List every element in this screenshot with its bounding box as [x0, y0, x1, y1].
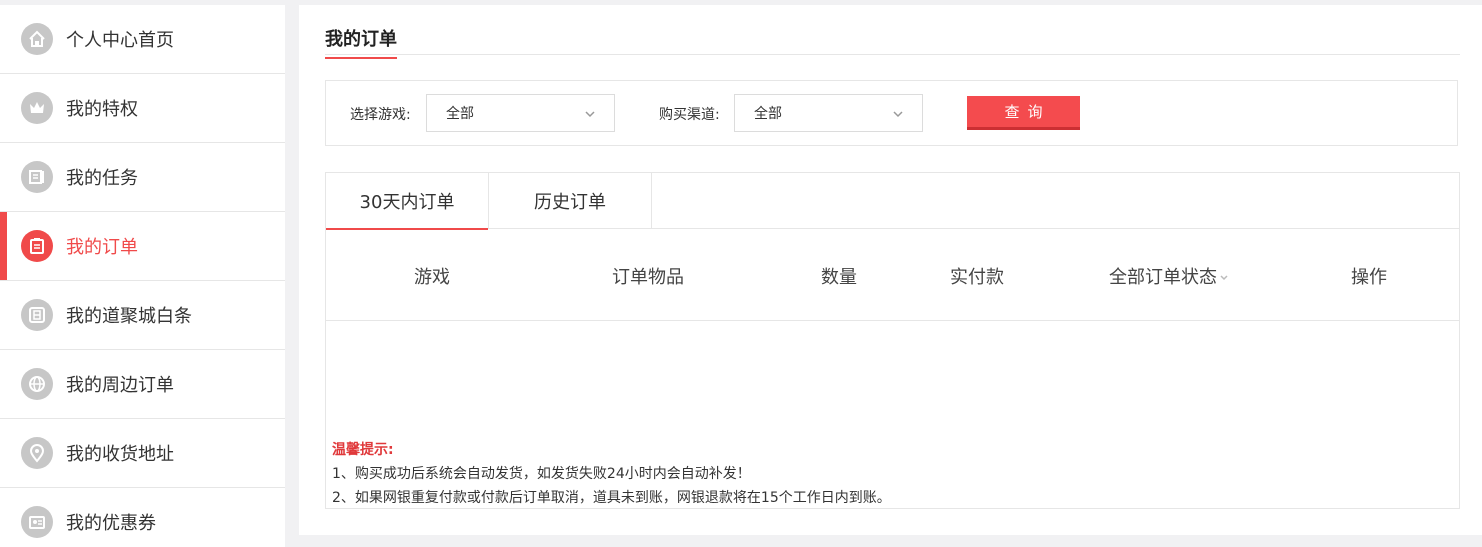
chevron-down-icon [1220, 275, 1228, 281]
order-clipboard-icon [21, 230, 53, 262]
channel-select[interactable]: 全部 [734, 94, 923, 132]
tip-line: 1、购买成功后系统会自动发货，如发货失败24小时内会自动补发！ [332, 466, 751, 482]
game-filter-label: 选择游戏: [350, 107, 411, 123]
tab-history[interactable]: 历史订单 [489, 173, 652, 229]
sidebar-item-coupons[interactable]: 我的优惠券 [0, 488, 285, 547]
title-divider [325, 54, 1460, 55]
column-status-filter[interactable]: 全部订单状态 [1109, 263, 1229, 289]
tip-line: 2、如果网银重复付款或付款后订单取消，道具未到账，网银退款将在15个工作日内到账… [332, 490, 891, 506]
chevron-down-icon [585, 111, 595, 118]
globe-icon [21, 368, 53, 400]
column-items: 订单物品 [612, 267, 684, 288]
sidebar-item-label: 我的任务 [66, 168, 138, 189]
channel-select-value: 全部 [754, 106, 782, 122]
credit-bai-icon [21, 299, 53, 331]
status-filter-label: 全部订单状态 [1109, 267, 1217, 288]
user-center-app: 个人中心首页 我的特权 我的任务 我的订单 我的道聚城白条 我的周边订单 我的收… [0, 0, 1482, 547]
game-select-value: 全部 [446, 106, 474, 122]
orders-table-header: 游戏 订单物品 数量 实付款 全部订单状态 操作 [326, 230, 1459, 321]
sidebar-nav: 个人中心首页 我的特权 我的任务 我的订单 我的道聚城白条 我的周边订单 我的收… [0, 5, 285, 547]
sidebar-item-label: 我的收货地址 [66, 444, 174, 465]
query-button[interactable]: 查询 [967, 96, 1080, 130]
column-quantity: 数量 [821, 267, 857, 288]
filter-bar: 选择游戏: 全部 购买渠道: 全部 查询 [325, 80, 1458, 146]
location-pin-icon [21, 437, 53, 469]
crown-icon [21, 92, 53, 124]
sidebar-item-label: 我的优惠券 [66, 513, 156, 534]
sidebar-item-credit[interactable]: 我的道聚城白条 [0, 281, 285, 350]
column-game: 游戏 [414, 267, 450, 288]
tips-section: 温馨提示: 1、购买成功后系统会自动发货，如发货失败24小时内会自动补发！ 2、… [332, 438, 891, 510]
coupon-icon [21, 506, 53, 538]
column-actions: 操作 [1351, 267, 1387, 288]
sidebar-item-tasks[interactable]: 我的任务 [0, 143, 285, 212]
sidebar-item-orders[interactable]: 我的订单 [0, 212, 285, 281]
sidebar-item-home[interactable]: 个人中心首页 [0, 5, 285, 74]
orders-panel: 30天内订单 历史订单 游戏 订单物品 数量 实付款 全部订单状态 操作 温馨提… [325, 172, 1460, 509]
game-select[interactable]: 全部 [426, 94, 615, 132]
main-panel: 我的订单 选择游戏: 全部 购买渠道: 全部 查询 30天内订单 历史订单 游戏… [299, 5, 1482, 535]
sidebar-item-privilege[interactable]: 我的特权 [0, 74, 285, 143]
sidebar-item-label: 我的订单 [66, 237, 138, 258]
channel-filter-label: 购买渠道: [659, 107, 720, 123]
home-icon [21, 23, 53, 55]
sidebar-item-label: 我的道聚城白条 [66, 306, 192, 327]
sidebar-item-address[interactable]: 我的收货地址 [0, 419, 285, 488]
task-list-icon [21, 161, 53, 193]
chevron-down-icon [893, 111, 903, 118]
tips-title: 温馨提示: [332, 442, 394, 458]
column-paid: 实付款 [950, 267, 1004, 288]
sidebar-item-merch-orders[interactable]: 我的周边订单 [0, 350, 285, 419]
sidebar-item-label: 我的特权 [66, 99, 138, 120]
tab-30-days[interactable]: 30天内订单 [326, 173, 489, 230]
sidebar-item-label: 我的周边订单 [66, 375, 174, 396]
sidebar-item-label: 个人中心首页 [66, 30, 174, 51]
order-tabs: 30天内订单 历史订单 [326, 173, 1459, 230]
